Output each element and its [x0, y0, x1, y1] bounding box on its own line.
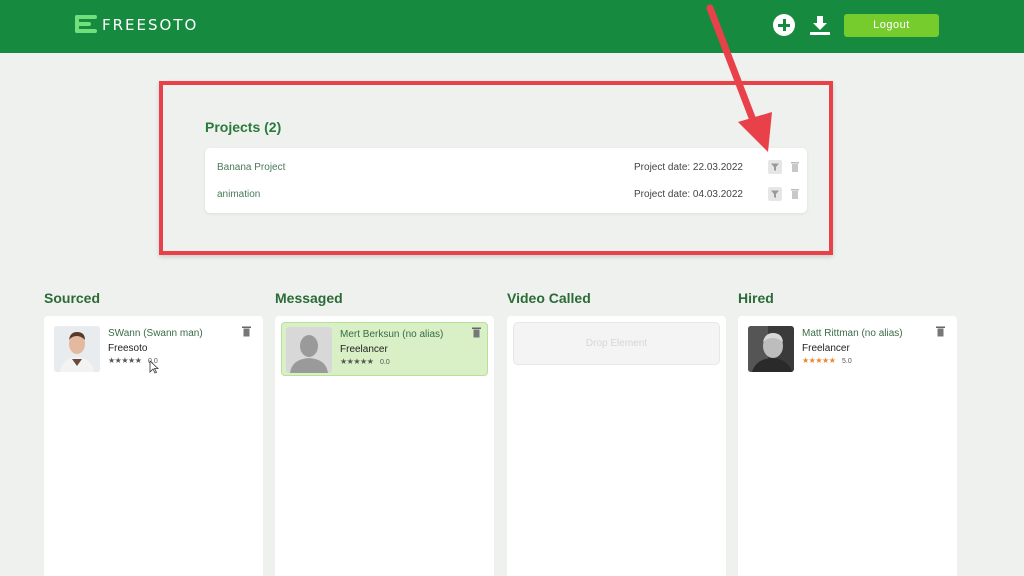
column-video-called: Drop Element: [507, 316, 726, 576]
rating-value: 5.0: [842, 358, 852, 365]
project-row[interactable]: animation Project date: 04.03.2022: [205, 181, 807, 207]
project-name[interactable]: Banana Project: [217, 162, 285, 173]
logo-text: FREESOTO: [102, 15, 199, 34]
column-sourced: SWann (Swann man) Freesoto ★★★★★ 0.0: [44, 316, 263, 576]
project-date: Project date: 04.03.2022: [634, 189, 743, 200]
column-title-sourced: Sourced: [44, 290, 101, 306]
trash-icon[interactable]: [790, 161, 800, 173]
candidate-name[interactable]: Mert Berksun (no alias): [340, 329, 443, 340]
avatar: [748, 326, 794, 372]
candidate-type: Freelancer: [340, 344, 388, 355]
avatar-placeholder: [286, 327, 332, 373]
avatar: [54, 326, 100, 372]
column-messaged: Mert Berksun (no alias) Freelancer ★★★★★…: [275, 316, 494, 576]
column-title-video-called: Video Called: [507, 290, 591, 306]
candidate-name[interactable]: Matt Rittman (no alias): [802, 328, 903, 339]
drop-zone[interactable]: Drop Element: [513, 322, 720, 365]
projects-title: Projects (2): [205, 119, 282, 135]
filter-icon[interactable]: [768, 187, 782, 201]
project-name[interactable]: animation: [217, 189, 260, 200]
download-icon[interactable]: [809, 14, 831, 36]
freesoto-logo[interactable]: FREESOTO: [75, 15, 198, 34]
column-title-messaged: Messaged: [275, 290, 343, 306]
trash-icon[interactable]: [936, 326, 945, 337]
logo-mark-icon: [75, 15, 97, 34]
top-bar: FREESOTO Logout: [0, 0, 1024, 53]
rating-stars: ★★★★★: [802, 356, 836, 365]
candidate-type: Freesoto: [108, 343, 148, 354]
annotation-arrow-icon: [706, 4, 772, 152]
mouse-cursor-icon: [149, 360, 159, 374]
rating-stars: ★★★★★: [108, 356, 142, 365]
trash-icon[interactable]: [472, 327, 481, 338]
candidate-type: Freelancer: [802, 343, 850, 354]
candidate-card[interactable]: Mert Berksun (no alias) Freelancer ★★★★★…: [281, 322, 488, 376]
trash-icon[interactable]: [242, 326, 251, 337]
trash-icon[interactable]: [790, 188, 800, 200]
candidate-name[interactable]: SWann (Swann man): [108, 328, 203, 339]
column-hired: Matt Rittman (no alias) Freelancer ★★★★★…: [738, 316, 957, 576]
candidate-card[interactable]: Matt Rittman (no alias) Freelancer ★★★★★…: [744, 322, 951, 376]
logout-button[interactable]: Logout: [844, 14, 939, 37]
rating-stars: ★★★★★: [340, 357, 374, 366]
column-title-hired: Hired: [738, 290, 774, 306]
rating-value: 0.0: [380, 359, 390, 366]
